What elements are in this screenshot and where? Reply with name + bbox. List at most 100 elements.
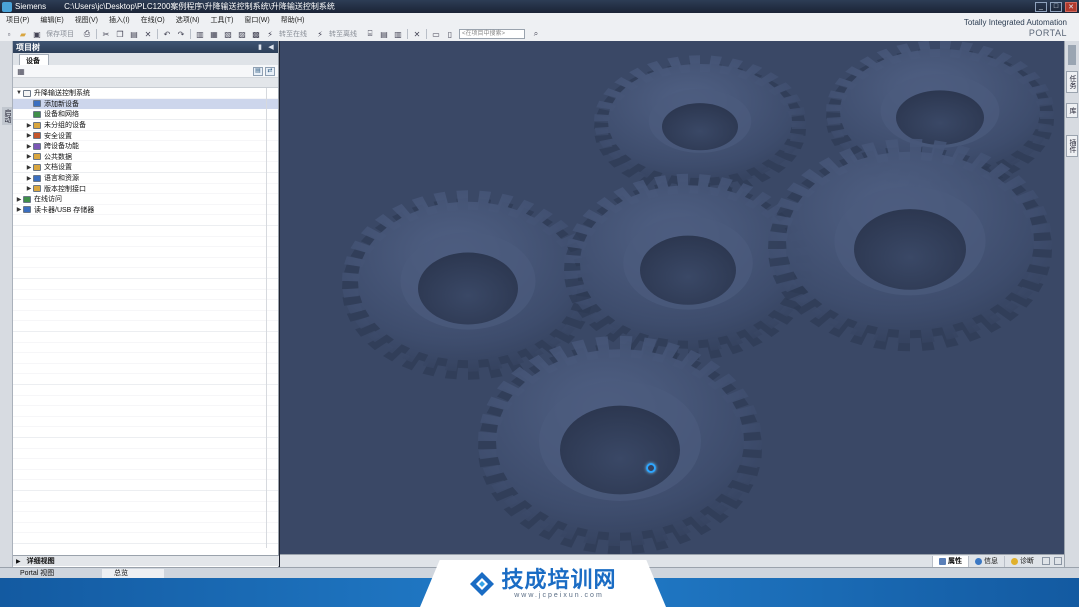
task-tab-libraries[interactable]: 库 — [1066, 103, 1078, 118]
task-tab-addins[interactable]: 插件 — [1066, 135, 1078, 157]
cut-icon[interactable]: ✂ — [101, 29, 111, 39]
tree-item[interactable]: 添加新设备 — [13, 98, 278, 110]
tree-item[interactable]: ▼ 升降输送控制系统 — [13, 88, 278, 99]
close-editor-icon[interactable]: ✕ — [412, 29, 422, 39]
portal-view-button[interactable]: Portal 视图 — [20, 569, 92, 578]
collapsed-arrow-icon[interactable]: ▶ — [15, 196, 23, 203]
simulation-icon[interactable]: ▨ — [237, 29, 247, 39]
minimize-button[interactable]: _ — [1035, 1, 1047, 12]
menu-help[interactable]: 帮助(H) — [281, 15, 305, 25]
info-label: 信息 — [984, 558, 998, 565]
tree-item[interactable]: 设备和网络 — [13, 109, 278, 120]
jcpeixun-logo-icon — [470, 571, 495, 596]
maximize-button[interactable]: □ — [1050, 1, 1062, 12]
save-project-button[interactable]: 保存项目 — [46, 29, 74, 39]
menu-project[interactable]: 项目(P) — [6, 15, 29, 25]
pin-icon[interactable]: ▮ — [256, 43, 264, 51]
tree-item-icon — [33, 121, 41, 129]
inspector-tab-properties[interactable]: 属性 — [932, 555, 968, 567]
menu-edit[interactable]: 编辑(E) — [40, 15, 63, 25]
expanded-arrow-icon[interactable]: ▼ — [15, 90, 23, 96]
tree-item[interactable]: ▶ 读卡器/USB 存储器 — [13, 205, 278, 216]
project-search-input[interactable]: <在项目中搜索> — [459, 29, 525, 39]
inspector-tab-diagnostics[interactable]: 诊断 — [1004, 555, 1040, 567]
save-icon[interactable]: ▣ — [32, 29, 42, 39]
split-vertical-icon[interactable]: ▯ — [445, 29, 455, 39]
tree-item[interactable]: ▶ 公共数据 — [13, 152, 278, 163]
restore-panel-icon[interactable] — [1042, 557, 1050, 565]
undo-icon[interactable]: ↶ — [162, 29, 172, 39]
menu-view[interactable]: 视图(V) — [75, 15, 98, 25]
tree-column-header — [13, 78, 278, 88]
open-project-icon[interactable]: ▰ — [18, 29, 28, 39]
collapsed-arrow-icon[interactable]: ▶ — [25, 143, 33, 150]
start-side-tab[interactable]: 启动 — [2, 107, 12, 125]
task-strip-scroll[interactable] — [1068, 45, 1076, 65]
expand-arrow-icon[interactable]: ▶ — [16, 558, 21, 565]
inspector-tab-info[interactable]: 信息 — [968, 555, 1004, 567]
task-tab-tasks[interactable]: 任务 — [1066, 71, 1078, 93]
redo-icon[interactable]: ↷ — [176, 29, 186, 39]
gear-background — [342, 41, 1054, 554]
tree-item-label: 未分组的设备 — [44, 122, 86, 130]
collapse-panel-icon[interactable]: ◀ — [267, 43, 275, 51]
new-project-icon[interactable]: ▫ — [4, 29, 14, 39]
collapsed-arrow-icon[interactable]: ▶ — [25, 122, 33, 129]
mouse-cursor — [646, 463, 656, 473]
tab-devices[interactable]: 设备 — [19, 54, 49, 65]
menu-window[interactable]: 窗口(W) — [244, 15, 269, 25]
brand-line-2: PORTAL — [1028, 28, 1067, 38]
tree-item[interactable]: ▶ 版本控制接口 — [13, 183, 278, 194]
tree-item-label: 安全设置 — [44, 132, 72, 140]
copy-icon[interactable]: ❐ — [115, 29, 125, 39]
menu-tools[interactable]: 工具(T) — [210, 15, 233, 25]
editor-workspace[interactable] — [280, 41, 1064, 554]
paste-icon[interactable]: ▤ — [129, 29, 139, 39]
go-online-button[interactable]: 转至在线 — [279, 29, 307, 39]
search-icon[interactable]: ⌕ — [531, 29, 541, 39]
show-overview-icon[interactable]: ▤ — [253, 66, 263, 76]
menu-online[interactable]: 在线(O) — [141, 15, 165, 25]
split-horizontal-icon[interactable]: ▭ — [431, 29, 441, 39]
menu-bar: 项目(P) 编辑(E) 视图(V) 插入(I) 在线(O) 选项(N) 工具(T… — [0, 13, 1079, 27]
tree-item[interactable]: ▶ 跨设备功能 — [13, 141, 278, 152]
sync-icon[interactable]: ⇄ — [265, 66, 275, 76]
tree-item-label: 公共数据 — [44, 153, 72, 161]
cross-reference-icon[interactable]: ▤ — [379, 29, 389, 39]
inspector-bar: 属性 信息 诊断 — [280, 554, 1064, 567]
print-icon[interactable]: ⎙ — [82, 29, 92, 39]
overview-tab[interactable]: 总览 — [102, 569, 164, 578]
tree-item[interactable]: ▶ 未分组的设备 — [13, 120, 278, 131]
collapsed-arrow-icon[interactable]: ▶ — [25, 153, 33, 160]
menu-insert[interactable]: 插入(I) — [109, 15, 130, 25]
tree-item[interactable]: ▶ 语言和资源 — [13, 173, 278, 184]
go-offline-button[interactable]: 转至离线 — [329, 29, 357, 39]
collapsed-arrow-icon[interactable]: ▶ — [25, 164, 33, 171]
collapsed-arrow-icon[interactable]: ▶ — [15, 206, 23, 213]
menu-options[interactable]: 选项(N) — [176, 15, 200, 25]
collapsed-arrow-icon[interactable]: ▶ — [25, 175, 33, 182]
split-icon[interactable]: ▥ — [393, 29, 403, 39]
maximize-panel-icon[interactable] — [1054, 557, 1062, 565]
compile-icon[interactable]: ▥ — [195, 29, 205, 39]
stop-simulation-icon[interactable]: ▩ — [251, 29, 261, 39]
toolbar-divider — [407, 29, 408, 39]
detail-view-bar[interactable]: ▶ 详细视图 — [13, 555, 279, 566]
delete-icon[interactable]: ✕ — [143, 29, 153, 39]
upload-icon[interactable]: ▧ — [223, 29, 233, 39]
go-offline-icon[interactable]: ⚡ — [315, 29, 325, 39]
collapsed-arrow-icon[interactable]: ▶ — [25, 132, 33, 139]
tree-item-icon — [33, 153, 41, 161]
tree-item-label: 文档设置 — [44, 164, 72, 172]
go-online-icon[interactable]: ⚡ — [265, 29, 275, 39]
tree-item[interactable]: ▶ 在线访问 — [13, 194, 278, 205]
close-button[interactable]: ✕ — [1065, 1, 1077, 12]
tree-item[interactable]: ▶ 文档设置 — [13, 162, 278, 173]
accessible-devices-icon[interactable]: ⌸ — [365, 29, 375, 39]
download-icon[interactable]: ▦ — [209, 29, 219, 39]
tree-item[interactable]: ▶ 安全设置 — [13, 130, 278, 141]
diagnostics-label: 诊断 — [1020, 558, 1034, 565]
tree-view-icon[interactable]: ▦ — [16, 66, 26, 76]
collapsed-arrow-icon[interactable]: ▶ — [25, 185, 33, 192]
gear-shape — [478, 335, 762, 554]
